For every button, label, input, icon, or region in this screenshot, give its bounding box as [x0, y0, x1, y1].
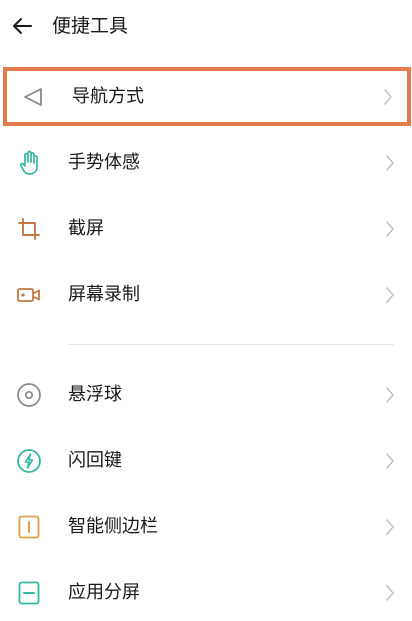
split-screen-icon	[14, 579, 44, 607]
chevron-right-icon	[384, 517, 396, 537]
sidebar-icon	[14, 513, 44, 541]
chevron-right-icon	[384, 153, 396, 173]
list-item-label: 导航方式	[72, 86, 144, 107]
back-button[interactable]	[8, 12, 36, 40]
page-title: 便捷工具	[52, 15, 129, 37]
crop-icon	[14, 215, 44, 243]
list-item-screen-recording[interactable]: 屏幕录制	[0, 267, 412, 323]
list-item-gesture-motion[interactable]: 手势体感	[0, 135, 412, 191]
flash-key-icon	[14, 447, 44, 475]
list-item-label: 应用分屏	[68, 582, 140, 603]
list-item-label: 闪回键	[68, 450, 122, 471]
list-item-label: 智能侧边栏	[68, 516, 158, 537]
chevron-right-icon	[384, 219, 396, 239]
chevron-right-icon	[384, 385, 396, 405]
floating-ball-icon	[14, 381, 44, 409]
video-record-icon	[14, 281, 44, 309]
list-item-label: 悬浮球	[68, 384, 122, 405]
list-item-label: 手势体感	[68, 152, 140, 173]
navigation-triangle-icon	[18, 83, 48, 111]
back-arrow-icon	[13, 18, 32, 34]
list-item-smart-sidebar[interactable]: 智能侧边栏	[0, 499, 412, 555]
chevron-right-icon	[382, 87, 394, 107]
header-bar: 便捷工具	[0, 0, 412, 52]
chevron-right-icon	[384, 583, 396, 603]
hand-gesture-icon	[14, 149, 44, 177]
list-item-label: 屏幕录制	[68, 284, 140, 305]
list-item-screenshot[interactable]: 截屏	[0, 201, 412, 257]
list-item-flash-key[interactable]: 闪回键	[0, 433, 412, 489]
chevron-right-icon	[384, 285, 396, 305]
chevron-right-icon	[384, 451, 396, 471]
list-item-navigation-mode[interactable]: 导航方式	[3, 67, 411, 126]
section-divider	[68, 344, 394, 345]
list-item-floating-ball[interactable]: 悬浮球	[0, 367, 412, 423]
list-item-label: 截屏	[68, 218, 104, 239]
